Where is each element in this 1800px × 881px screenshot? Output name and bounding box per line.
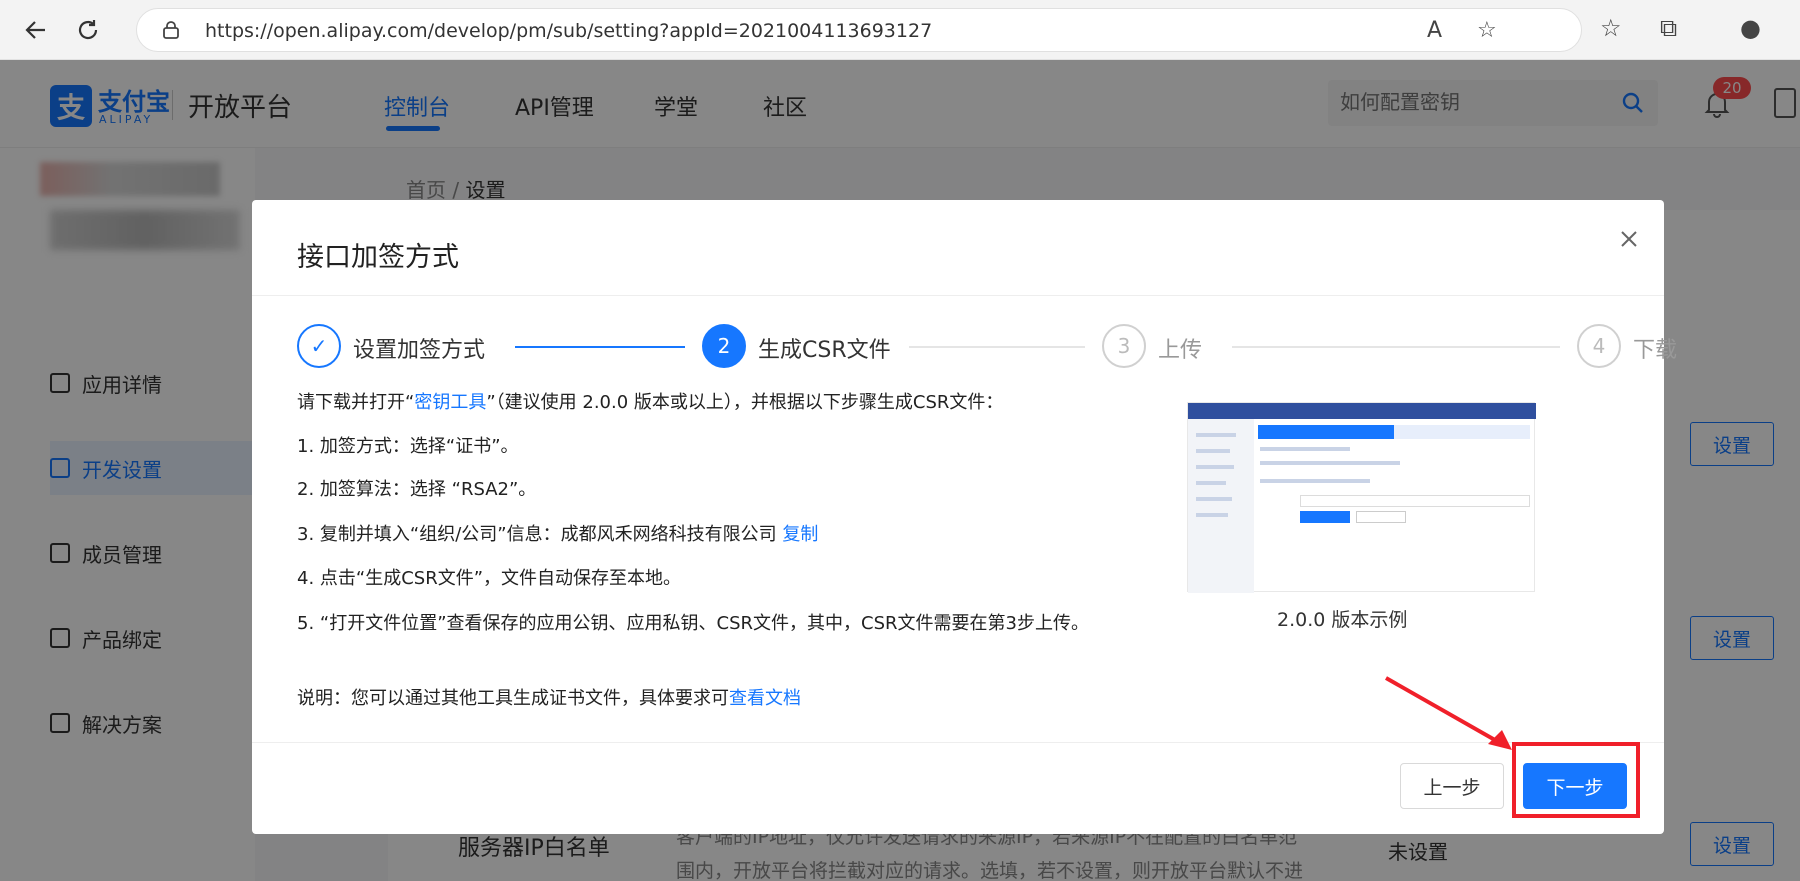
key-tool-example-image bbox=[1187, 402, 1536, 593]
close-icon[interactable] bbox=[1614, 224, 1644, 254]
preview-input bbox=[1300, 495, 1530, 507]
preview-tab bbox=[1394, 425, 1530, 439]
reload-icon[interactable] bbox=[72, 14, 104, 46]
instruction-step-2: 2. 加签算法：选择 “RSA2”。 bbox=[297, 479, 537, 500]
modal-title: 接口加签方式 bbox=[297, 242, 459, 273]
read-aloud-icon[interactable]: A bbox=[1427, 18, 1442, 43]
instruction-step-3: 3. 复制并填入“组织/公司”信息：成都风禾网络科技有限公司 复制 bbox=[297, 520, 818, 546]
step-1-label: 设置加签方式 bbox=[353, 338, 486, 363]
preview-titlebar bbox=[1188, 403, 1536, 419]
preview-button bbox=[1300, 511, 1350, 523]
step-connector bbox=[1232, 346, 1560, 348]
view-docs-link[interactable]: 查看文档 bbox=[729, 688, 801, 709]
annotation-arrow-icon bbox=[1385, 676, 1512, 750]
profile-icon[interactable]: ● bbox=[1740, 14, 1761, 42]
step-2-label: 生成CSR文件 bbox=[758, 338, 891, 363]
step-1-check-icon: ✓ bbox=[297, 324, 341, 368]
annotation-highlight-box bbox=[1512, 742, 1640, 818]
preview-side-line bbox=[1196, 433, 1236, 437]
step-3-label: 上传 bbox=[1158, 338, 1203, 363]
key-tool-link[interactable]: 密钥工具 bbox=[414, 392, 486, 413]
intro-suffix: ”（建议使用 2.0.0 版本或以上），并根据以下步骤生成CSR文件： bbox=[486, 392, 1004, 413]
step-connector bbox=[515, 346, 685, 348]
preview-caption: 2.0.0 版本示例 bbox=[1277, 609, 1408, 631]
copy-link[interactable]: 复制 bbox=[782, 524, 818, 545]
steps-indicator: ✓ 设置加签方式 2 生成CSR文件 3 上传 4 下载 bbox=[297, 322, 1677, 372]
previous-step-button[interactable]: 上一步 bbox=[1400, 763, 1504, 809]
preview-side-line bbox=[1196, 481, 1226, 485]
step-3-text: 3. 复制并填入“组织/公司”信息：成都风禾网络科技有限公司 bbox=[297, 524, 783, 545]
preview-text-line bbox=[1260, 461, 1400, 465]
browser-toolbar: https://open.alipay.com/develop/pm/sub/s… bbox=[0, 0, 1800, 60]
preview-side-line bbox=[1196, 465, 1234, 469]
preview-side-line bbox=[1196, 497, 1232, 501]
step-4-label: 下载 bbox=[1633, 338, 1678, 363]
intro-prefix: 请下载并打开“ bbox=[297, 392, 415, 413]
instruction-step-4: 4. 点击“生成CSR文件”，文件自动保存至本地。 bbox=[297, 568, 682, 589]
modal-header-divider bbox=[252, 295, 1664, 296]
preview-text-line bbox=[1260, 479, 1370, 483]
preview-tab-active bbox=[1258, 425, 1394, 439]
back-icon[interactable] bbox=[20, 14, 52, 46]
preview-side-line bbox=[1196, 513, 1228, 517]
step-4-number: 4 bbox=[1577, 324, 1621, 368]
preview-side-line bbox=[1196, 449, 1230, 453]
favorites-icon[interactable]: ☆ bbox=[1600, 14, 1622, 42]
step-3-number: 3 bbox=[1102, 324, 1146, 368]
note-text: 说明：您可以通过其他工具生成证书文件，具体要求可查看文档 bbox=[297, 684, 801, 710]
preview-sidebar bbox=[1188, 419, 1254, 593]
step-connector bbox=[909, 346, 1085, 348]
address-bar[interactable]: https://open.alipay.com/develop/pm/sub/s… bbox=[136, 8, 1582, 52]
favorite-add-icon[interactable]: ☆ bbox=[1477, 18, 1497, 43]
instruction-step-1: 1. 加签方式：选择“证书”。 bbox=[297, 436, 519, 457]
step-2-number: 2 bbox=[702, 324, 746, 368]
instruction-step-5: 5. “打开文件位置”查看保存的应用公钥、应用私钥、CSR文件，其中，CSR文件… bbox=[297, 613, 1089, 634]
note-prefix: 说明：您可以通过其他工具生成证书文件，具体要求可 bbox=[297, 688, 729, 709]
intro-text: 请下载并打开“密钥工具”（建议使用 2.0.0 版本或以上），并根据以下步骤生成… bbox=[297, 388, 1003, 414]
preview-text-line bbox=[1260, 447, 1350, 451]
site-info-icon[interactable] bbox=[161, 20, 181, 40]
preview-button bbox=[1356, 511, 1406, 523]
collections-icon[interactable]: ⧉ bbox=[1660, 14, 1677, 42]
url-text[interactable]: https://open.alipay.com/develop/pm/sub/s… bbox=[205, 20, 932, 42]
